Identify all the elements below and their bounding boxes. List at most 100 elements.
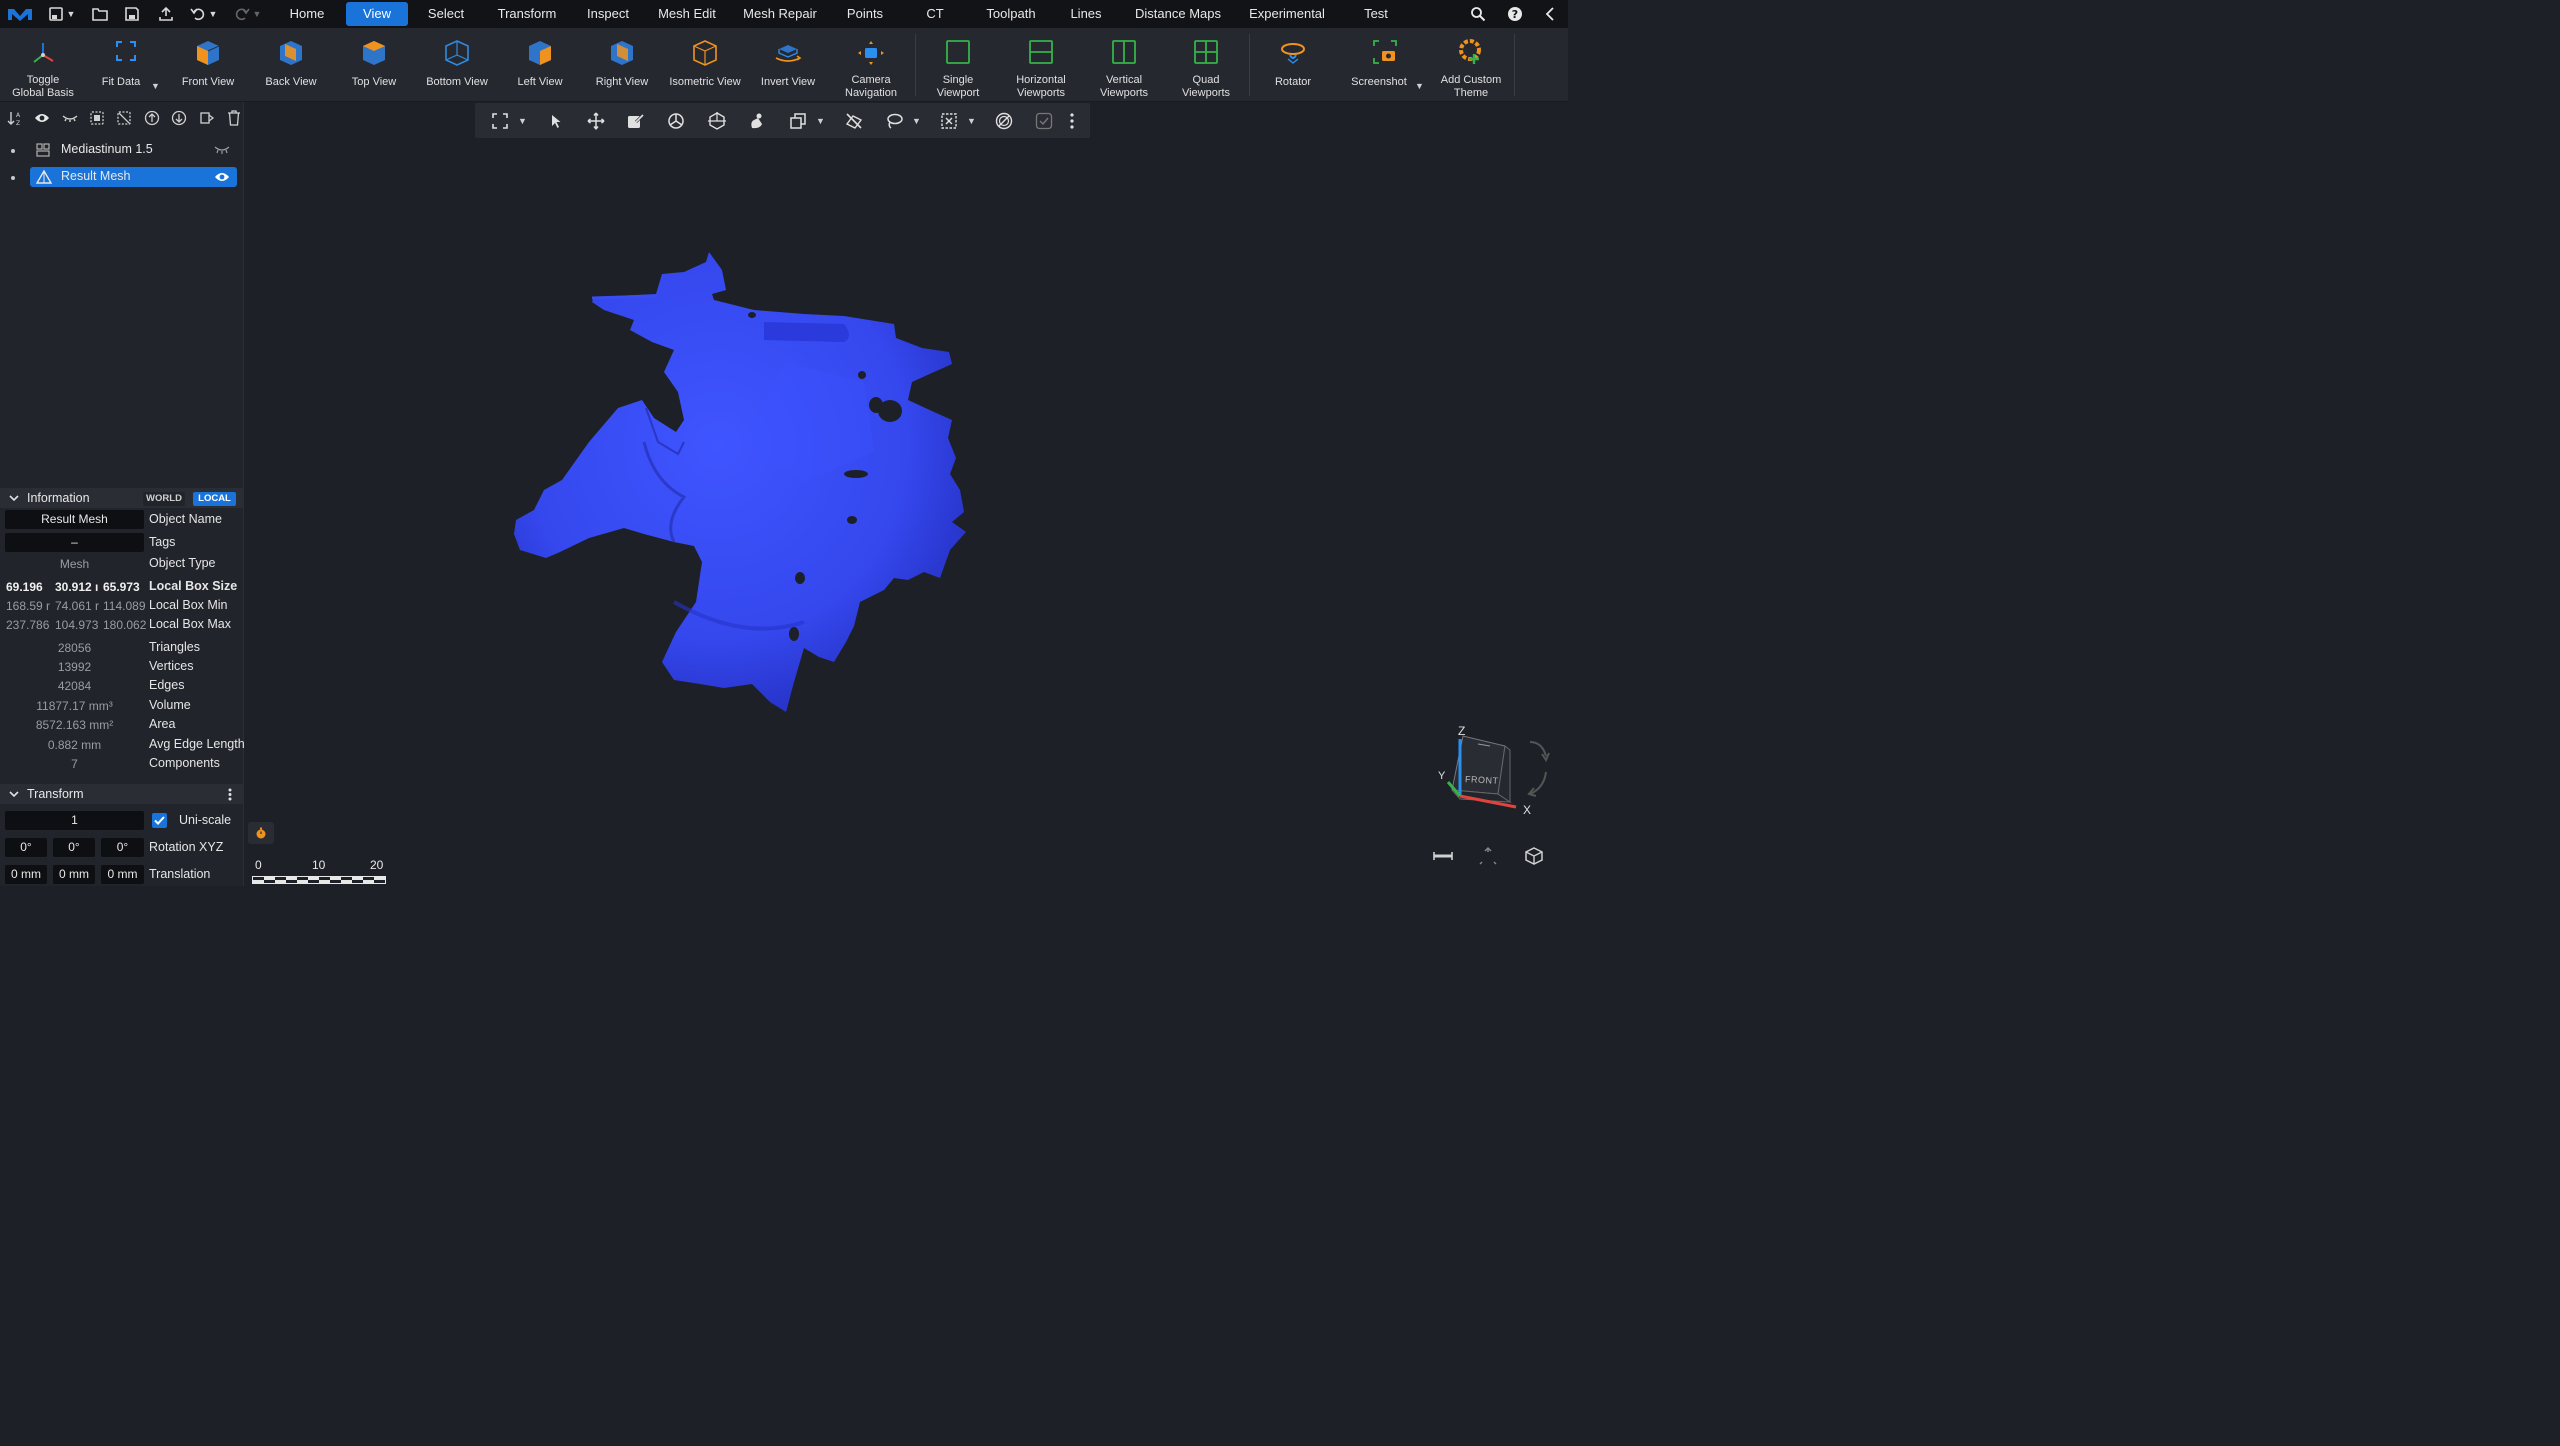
chevron-down-icon[interactable]: ▼ xyxy=(1415,81,1424,91)
camera-navigation-button[interactable]: Camera Navigation xyxy=(831,28,911,101)
eye-closed-icon[interactable] xyxy=(61,110,79,126)
translation-x-field[interactable]: 0 mm xyxy=(5,865,47,884)
front-view-cube-icon xyxy=(197,41,220,65)
single-viewport-button[interactable]: Single Viewport xyxy=(918,28,998,101)
chevron-down-icon[interactable]: ▼ xyxy=(208,3,218,25)
tab-mesh-edit[interactable]: Mesh Edit xyxy=(652,2,722,26)
information-section-header[interactable]: Information WORLD LOCAL xyxy=(0,488,243,508)
tab-points[interactable]: Points xyxy=(838,2,892,26)
tab-lines[interactable]: Lines xyxy=(1064,2,1108,26)
eye-closed-icon[interactable] xyxy=(214,146,230,154)
notification-button[interactable] xyxy=(248,822,274,844)
tab-transform[interactable]: Transform xyxy=(490,2,564,26)
trash-icon[interactable] xyxy=(225,110,243,126)
perspective-toggle-icon[interactable] xyxy=(1478,846,1498,866)
help-icon[interactable]: ? xyxy=(1505,3,1525,25)
isometric-view-button[interactable]: Isometric View xyxy=(665,28,745,101)
invert-view-button[interactable]: Invert View xyxy=(748,28,828,101)
tab-home[interactable]: Home xyxy=(283,2,331,26)
avg-edge-length-value: 0.882 mm xyxy=(47,738,102,752)
tab-inspect[interactable]: Inspect xyxy=(580,2,636,26)
tab-distance-maps[interactable]: Distance Maps xyxy=(1128,2,1228,26)
eye-icon[interactable] xyxy=(214,171,230,183)
local-mode-toggle[interactable]: LOCAL xyxy=(193,492,236,506)
horizontal-viewports-icon xyxy=(1029,40,1053,64)
fit-data-button[interactable]: Fit Data ▼ xyxy=(90,28,162,101)
top-view-button[interactable]: Top View xyxy=(334,28,414,101)
tab-select[interactable]: Select xyxy=(422,2,470,26)
back-view-button[interactable]: Back View xyxy=(251,28,331,101)
edges-label: Edges xyxy=(149,678,185,692)
back-view-cube-icon xyxy=(280,41,302,65)
deselect-icon[interactable] xyxy=(115,110,133,126)
open-folder-icon[interactable] xyxy=(90,3,110,25)
chevron-down-icon[interactable] xyxy=(9,495,19,502)
screenshot-button[interactable]: Screenshot ▼ xyxy=(1340,28,1430,101)
add-custom-theme-button[interactable]: Add Custom Theme xyxy=(1430,28,1512,101)
front-view-button[interactable]: Front View xyxy=(168,28,248,101)
result-mesh-render[interactable] xyxy=(244,102,1568,886)
object-name-field[interactable]: Result Mesh xyxy=(5,510,144,529)
rotation-z-field[interactable]: 0° xyxy=(101,838,144,857)
transform-section-header[interactable]: Transform xyxy=(0,784,243,804)
chevron-down-icon[interactable]: ▼ xyxy=(252,3,262,25)
more-options-icon[interactable] xyxy=(228,788,232,801)
right-view-button[interactable]: Right View xyxy=(582,28,662,101)
tags-field[interactable]: – xyxy=(5,533,144,552)
search-icon[interactable] xyxy=(1468,3,1488,25)
rotator-button[interactable]: Rotator xyxy=(1253,28,1333,101)
ribbon-button-label: Back View xyxy=(265,76,317,88)
duplicate-icon[interactable] xyxy=(198,110,216,126)
ribbon-button-label: Front View xyxy=(181,76,235,88)
chevron-down-icon[interactable] xyxy=(9,791,19,798)
ribbon-button-label: Screenshot xyxy=(1351,76,1407,88)
toggle-global-basis-button[interactable]: Toggle Global Basis xyxy=(3,28,83,101)
move-up-icon[interactable] xyxy=(143,110,161,126)
eye-icon[interactable] xyxy=(33,110,51,126)
world-mode-toggle[interactable]: WORLD xyxy=(143,492,185,506)
rotation-y-field[interactable]: 0° xyxy=(53,838,95,857)
move-down-icon[interactable] xyxy=(170,110,188,126)
cube-view-icon[interactable] xyxy=(1524,846,1544,866)
quad-viewports-button[interactable]: Quad Viewports xyxy=(1166,28,1246,101)
vertical-viewports-button[interactable]: Vertical Viewports xyxy=(1083,28,1165,101)
rotate-cube-arrows-icon[interactable] xyxy=(1524,738,1552,798)
app-logo[interactable] xyxy=(6,3,34,25)
translation-y-field[interactable]: 0 mm xyxy=(53,865,95,884)
tab-mesh-repair[interactable]: Mesh Repair xyxy=(738,2,822,26)
svg-text:Z: Z xyxy=(16,120,20,126)
bottom-view-button[interactable]: Bottom View xyxy=(417,28,497,101)
redo-icon[interactable] xyxy=(232,3,252,25)
tab-test[interactable]: Test xyxy=(1356,2,1396,26)
tab-toolpath[interactable]: Toolpath xyxy=(978,2,1044,26)
rotator-icon xyxy=(1281,43,1305,64)
select-all-icon[interactable] xyxy=(88,110,106,126)
sort-az-icon[interactable]: AZ xyxy=(6,110,24,126)
chevron-down-icon[interactable]: ▼ xyxy=(151,81,160,91)
scale-field[interactable]: 1 xyxy=(5,811,144,830)
ribbon-button-label: Isometric View xyxy=(669,76,741,88)
export-icon[interactable] xyxy=(156,3,176,25)
object-name-label: Object Name xyxy=(149,512,222,526)
rotation-x-field[interactable]: 0° xyxy=(5,838,47,857)
measure-ruler-icon[interactable] xyxy=(1432,850,1454,862)
uniscale-checkbox[interactable] xyxy=(152,813,167,828)
scene-item-result-mesh[interactable]: Result Mesh xyxy=(30,167,237,187)
undo-icon[interactable] xyxy=(188,3,208,25)
triangles-label: Triangles xyxy=(149,640,200,654)
left-view-button[interactable]: Left View xyxy=(500,28,580,101)
tab-ct[interactable]: CT xyxy=(918,2,952,26)
object-type-value: Mesh xyxy=(59,557,90,571)
horizontal-viewports-button[interactable]: Horizontal Viewports xyxy=(1000,28,1082,101)
chevron-down-icon[interactable]: ▼ xyxy=(66,3,76,25)
collapse-ribbon-icon[interactable] xyxy=(1540,3,1560,25)
translation-z-field[interactable]: 0 mm xyxy=(101,865,144,884)
ribbon-button-label: Horizontal Viewports xyxy=(1016,74,1066,99)
save-icon[interactable] xyxy=(122,3,142,25)
tab-experimental[interactable]: Experimental xyxy=(1242,2,1332,26)
ribbon-button-label: Invert View xyxy=(760,76,816,88)
tab-view[interactable]: View xyxy=(346,2,408,26)
3d-viewport[interactable]: ▼ ▼ ▼ ▼ 0 10 20 FRONT Z Y X xyxy=(244,102,1568,886)
scene-item-mediastinum[interactable]: Mediastinum 1.5 xyxy=(30,140,237,160)
file-menu-icon[interactable] xyxy=(46,3,66,25)
